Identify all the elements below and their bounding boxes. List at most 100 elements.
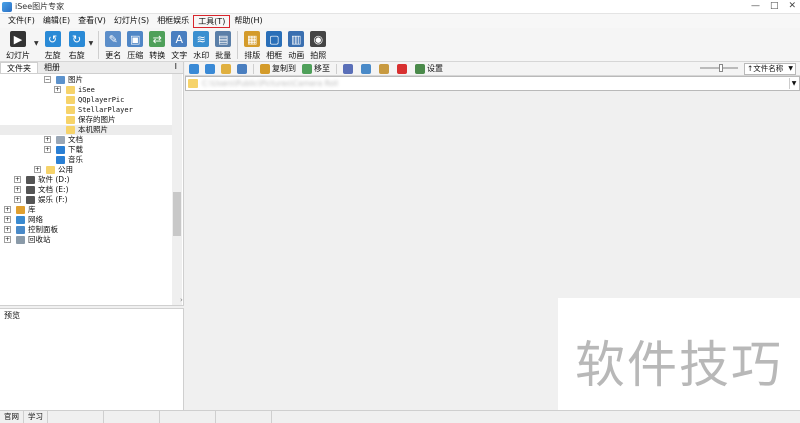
folder-tree: − 图片 + iSee QQplayerPic StellarPlayer 保存的图片 本机照… [0, 74, 172, 305]
expand-icon[interactable]: + [14, 196, 21, 203]
rotate-right-button[interactable]: ↻ 右旋 [65, 28, 89, 62]
rotate-left-button[interactable]: ↺ 左旋 [41, 28, 65, 62]
tree-item[interactable]: − 图片 [0, 75, 172, 85]
sort-value: ↑文件名称 [747, 64, 784, 73]
watermark-text: 软件技巧 [575, 335, 783, 394]
maximize-button[interactable]: □ [770, 1, 779, 11]
sort-select[interactable]: ↑文件名称 ▼ [744, 63, 796, 75]
tree-item[interactable]: 本机照片 [0, 125, 172, 135]
rotate-dropdown-icon[interactable]: ▼ [89, 40, 94, 47]
tree-item-label: 网络 [28, 215, 43, 224]
status-bar: 官网 学习 [0, 410, 800, 423]
tree-item[interactable]: + 下载 [0, 145, 172, 155]
menu-tools[interactable]: 工具(T) [193, 14, 231, 28]
status-cell [160, 411, 216, 423]
menu-frame-fun[interactable]: 相框娱乐 [153, 15, 193, 28]
minimize-button[interactable]: — [751, 1, 760, 11]
layout-button[interactable]: ▦ 排版 [241, 28, 263, 62]
refresh-icon[interactable] [237, 63, 247, 74]
status-website[interactable]: 官网 [0, 411, 24, 423]
copy-to-icon [260, 63, 270, 74]
menu-edit[interactable]: 编辑(E) [39, 15, 74, 28]
tab-folders[interactable]: 文件夹 [0, 62, 38, 73]
tree-item-label: 回收站 [28, 235, 51, 244]
slider-knob[interactable] [718, 64, 723, 72]
menu-file[interactable]: 文件(F) [4, 15, 39, 28]
watermark-button[interactable]: ≋ 水印 [190, 28, 212, 62]
copy-to-button[interactable]: 复制到 [260, 63, 296, 74]
path-text: C:\Users\Public\Pictures\Camera Roll [202, 79, 339, 88]
rename-label: 更名 [105, 51, 122, 60]
expand-icon[interactable]: + [54, 86, 61, 93]
tree-item[interactable]: StellarPlayer [0, 105, 172, 115]
tree-item[interactable]: + 公用 [0, 165, 172, 175]
compress-label: 压缩 [127, 51, 144, 60]
paste-button[interactable] [379, 63, 391, 74]
watermark-label: 水印 [193, 51, 210, 60]
tree-item[interactable]: + 娱乐 (F:) [0, 195, 172, 205]
cut-button[interactable] [343, 63, 355, 74]
expand-icon[interactable]: + [14, 176, 21, 183]
tree-item-label: 控制面板 [28, 225, 58, 234]
tree-item-label: 音乐 [68, 155, 83, 164]
animation-icon: ▥ [288, 31, 305, 47]
toolbar-divider [98, 31, 100, 59]
thumbnail-size-slider[interactable] [700, 64, 738, 72]
slideshow-dropdown-icon[interactable]: ▼ [34, 40, 39, 47]
convert-button[interactable]: ⇄ 转换 [146, 28, 168, 62]
expand-icon[interactable]: + [4, 206, 11, 213]
expand-icon[interactable]: + [4, 236, 11, 243]
control-panel-icon [16, 226, 25, 234]
path-dropdown-icon[interactable]: ▼ [789, 78, 798, 89]
settings-button[interactable]: 设置 [415, 63, 443, 74]
tree-scrollbar[interactable] [172, 74, 182, 305]
expand-icon[interactable]: + [44, 146, 51, 153]
menu-view[interactable]: 查看(V) [74, 15, 110, 28]
expand-icon[interactable]: + [4, 216, 11, 223]
status-cell [216, 411, 272, 423]
tree-item[interactable]: 保存的图片 [0, 115, 172, 125]
frame-label: 相框 [266, 51, 283, 60]
animation-button[interactable]: ▥ 动画 [285, 28, 307, 62]
tree-item[interactable]: + 库 [0, 205, 172, 215]
text-button[interactable]: A 文字 [168, 28, 190, 62]
tree-item[interactable]: + 控制面板 [0, 225, 172, 235]
forward-icon[interactable] [205, 63, 215, 74]
menu-help[interactable]: 帮助(H) [230, 15, 266, 28]
expand-icon[interactable]: + [44, 136, 51, 143]
frame-button[interactable]: ▢ 相框 [263, 28, 285, 62]
close-button[interactable]: ✕ [788, 1, 796, 11]
path-bar[interactable]: C:\Users\Public\Pictures\Camera Roll ▼ [185, 76, 800, 91]
rename-icon: ✎ [105, 31, 122, 47]
rename-button[interactable]: ✎ 更名 [102, 28, 124, 62]
collapse-icon[interactable]: − [44, 76, 51, 83]
watermark-overlay: 软件技巧 [558, 298, 800, 423]
expand-icon[interactable]: + [14, 186, 21, 193]
camera-button[interactable]: ◉ 拍照 [307, 28, 329, 62]
scrollbar-thumb[interactable] [173, 192, 181, 236]
tree-item[interactable]: + 网络 [0, 215, 172, 225]
slideshow-button[interactable]: ▶ 幻灯片 [2, 28, 34, 62]
tree-item[interactable]: + 回收站 [0, 235, 172, 245]
menu-slideshow[interactable]: 幻灯片(S) [110, 15, 153, 28]
tab-albums[interactable]: 相册 [38, 62, 66, 73]
move-to-button[interactable]: 移至 [302, 63, 330, 74]
up-folder-icon[interactable] [221, 63, 231, 74]
copy-button[interactable] [361, 63, 373, 74]
delete-button[interactable] [397, 63, 409, 74]
back-icon[interactable] [189, 63, 199, 74]
pane-splitter[interactable] [0, 305, 184, 309]
batch-button[interactable]: ▤ 批量 [212, 28, 234, 62]
pin-icon[interactable]: I [175, 62, 177, 71]
tree-item[interactable]: + 文档 (E:) [0, 185, 172, 195]
status-learn[interactable]: 学习 [24, 411, 48, 423]
tree-item[interactable]: + iSee [0, 85, 172, 95]
tree-item[interactable]: 音乐 [0, 155, 172, 165]
tree-item[interactable]: + 文档 [0, 135, 172, 145]
expand-icon[interactable]: + [34, 166, 41, 173]
tree-item[interactable]: QQplayerPic [0, 95, 172, 105]
expand-icon[interactable]: + [4, 226, 11, 233]
collapse-panel-icon[interactable]: › [180, 296, 183, 304]
tree-item[interactable]: + 软件 (D:) [0, 175, 172, 185]
compress-button[interactable]: ▣ 压缩 [124, 28, 146, 62]
